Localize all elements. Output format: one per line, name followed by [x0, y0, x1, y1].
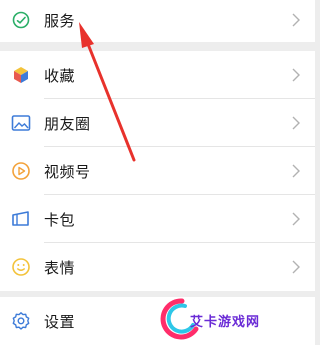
menu-item-label: 服务 [44, 11, 76, 30]
menu-item-label: 表情 [44, 258, 76, 277]
menu-item-favorites[interactable]: 收藏 [0, 51, 315, 99]
card-wallet-icon [10, 208, 32, 230]
chevron-right-icon [292, 164, 300, 178]
menu-item-services[interactable]: 服务 [0, 0, 315, 44]
chevron-right-icon [292, 212, 300, 226]
chevron-right-icon [292, 68, 300, 82]
site-watermark-logo: 艾卡游戏网 [160, 293, 315, 345]
menu-item-card-wallet[interactable]: 卡包 [0, 195, 315, 243]
menu-item-label: 视频号 [44, 162, 91, 181]
channels-play-icon [10, 160, 32, 182]
favorites-cube-icon [10, 64, 32, 86]
chevron-right-icon [292, 13, 300, 27]
menu-group-services: 服务 [0, 0, 315, 42]
menu-item-label: 设置 [44, 312, 76, 331]
wechat-me-menu-screen: 服务 收藏 朋友圈 视频号 卡包 表情 设置 艾卡游戏网 [0, 0, 315, 345]
chevron-right-icon [292, 260, 300, 274]
chevron-right-icon [292, 116, 300, 130]
menu-item-moments[interactable]: 朋友圈 [0, 99, 315, 147]
moments-photo-icon [10, 112, 32, 134]
sticker-smile-icon [10, 256, 32, 278]
menu-item-stickers[interactable]: 表情 [0, 243, 315, 291]
menu-group-main: 收藏 朋友圈 视频号 卡包 表情 [0, 51, 315, 291]
menu-item-label: 朋友圈 [44, 114, 91, 133]
wechat-pay-check-icon [10, 9, 32, 31]
watermark-text: 艾卡游戏网 [190, 315, 261, 330]
menu-item-channels[interactable]: 视频号 [0, 147, 315, 195]
menu-item-label: 卡包 [44, 210, 76, 229]
menu-item-label: 收藏 [44, 66, 76, 85]
settings-gear-icon [10, 310, 32, 332]
